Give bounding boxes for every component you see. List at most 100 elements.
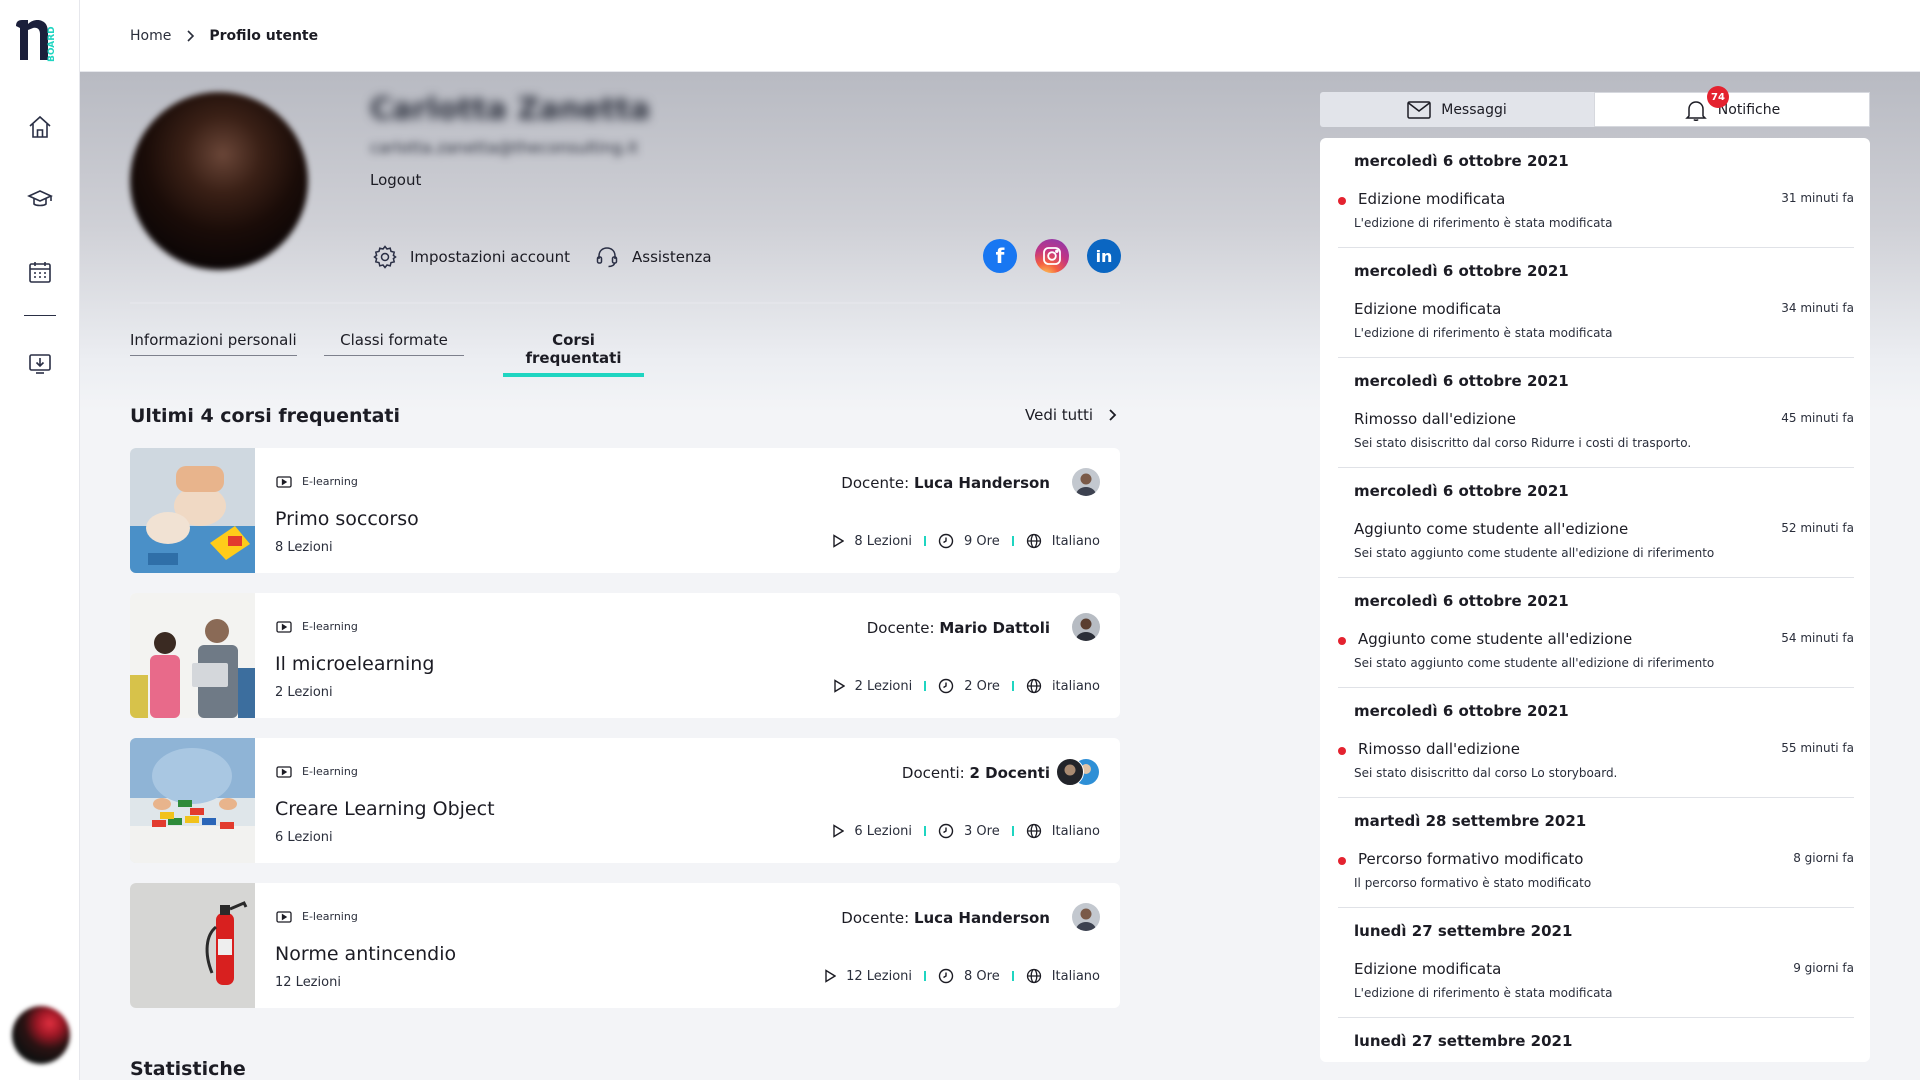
calendar-icon[interactable] [24,256,56,288]
support-link[interactable]: Assistenza [594,244,712,270]
notification-date: mercoledì 6 ottobre 2021 [1354,482,1569,500]
teacher-avatar [1072,613,1100,641]
home-icon[interactable] [24,111,56,143]
play-icon [824,969,837,983]
notification-description: Sei stato disiscritto dal corso Ridurre … [1354,436,1692,450]
course-type-label: E-learning [302,765,358,778]
course-title: Norme antincendio [275,943,457,965]
notification-description: L'edizione di riferimento è stata modifi… [1354,986,1613,1000]
unread-dot [1338,857,1346,865]
course-thumbnail-fire-safety [130,883,255,1008]
notification-item[interactable]: mercoledì 6 ottobre 2021 Aggiunto come s… [1338,468,1854,578]
logout-link[interactable]: Logout [370,171,421,189]
course-card[interactable]: E-learning Primo soccorso 8 Lezioni Doce… [130,448,1120,573]
globe-icon [1026,823,1042,839]
course-type-label: E-learning [302,620,358,633]
graduation-cap-icon[interactable] [24,183,56,215]
notification-item[interactable]: mercoledì 6 ottobre 2021 Edizione modifi… [1338,248,1854,358]
breadcrumb-current: Profilo utente [209,27,319,44]
see-all-label: Vedi tutti [1025,406,1094,424]
course-meta: 8 Lezioni 9 Ore Italiano [832,533,1100,549]
notification-time: 52 minuti fa [1781,521,1854,535]
facebook-icon[interactable]: f [983,239,1017,273]
course-title: Creare Learning Object [275,798,495,820]
clock-icon [938,678,954,694]
download-monitor-icon[interactable] [24,347,56,379]
breadcrumb-home[interactable]: Home [130,28,171,44]
headset-icon [594,244,620,270]
teacher-prefix: Docente: [841,474,914,492]
notification-item[interactable]: mercoledì 6 ottobre 2021 Rimosso dall'ed… [1338,688,1854,798]
user-avatar[interactable] [12,1006,70,1064]
course-thumbnail-learning-object [130,738,255,863]
account-settings-link[interactable]: Impostazioni account [372,244,570,270]
meta-language: Italiano [1051,823,1100,839]
teacher-name: 2 Docenti [969,764,1050,782]
course-card[interactable]: E-learning Il microelearning 2 Lezioni D… [130,593,1120,718]
course-title: Il microelearning [275,653,435,675]
meta-hours: 2 Ore [964,678,1000,694]
notification-date: mercoledì 6 ottobre 2021 [1354,702,1569,720]
sidebar: BOARD [0,0,80,1080]
meta-separator [924,826,927,836]
notification-date: mercoledì 6 ottobre 2021 [1354,262,1569,280]
meta-hours: 9 Ore [964,533,1000,549]
unread-dot [1338,197,1346,205]
tab-messages-label: Messaggi [1441,101,1507,118]
logo[interactable]: BOARD [14,16,68,64]
notification-title: Aggiunto come studente all'edizione [1354,520,1629,538]
courses-section-title: Ultimi 4 corsi frequentati [130,405,400,427]
course-meta: 12 Lezioni 8 Ore Italiano [824,968,1100,984]
notification-time: 34 minuti fa [1781,301,1854,315]
play-icon [833,679,845,693]
profile-name: Carlotta Zanetta [370,92,650,127]
notification-description: L'edizione di riferimento è stata modifi… [1354,326,1613,340]
gear-icon [372,244,398,270]
notification-title: Edizione modificata [1354,960,1502,978]
globe-icon [1026,533,1042,549]
notification-time: 8 giorni fa [1793,851,1854,865]
see-all-link[interactable]: Vedi tutti [1025,406,1117,424]
tab-trained-classes[interactable]: Classi formate [324,331,464,356]
meta-language: Italiano [1051,968,1100,984]
course-thumbnail-first-aid [130,448,255,573]
meta-lessons: 6 Lezioni [854,823,913,839]
logo-text: BOARD [47,26,57,62]
notification-item[interactable]: martedì 28 settembre 2021 Percorso forma… [1338,798,1854,908]
teacher-name: Mario Dattoli [939,619,1050,637]
notification-time: 31 minuti fa [1781,191,1854,205]
course-type: E-learning [276,910,358,923]
clock-icon [938,533,954,549]
chevron-right-icon [1107,408,1117,422]
notification-title: Edizione modificata [1354,300,1502,318]
course-card[interactable]: E-learning Creare Learning Object 6 Lezi… [130,738,1120,863]
video-icon [276,620,292,633]
tab-personal-info[interactable]: Informazioni personali [130,331,297,356]
teacher-prefix: Docente: [841,909,914,927]
account-settings-label: Impostazioni account [410,248,571,266]
video-icon [276,910,292,923]
notification-item[interactable]: mercoledì 6 ottobre 2021 Rimosso dall'ed… [1338,358,1854,468]
notification-time: 9 giorni fa [1793,961,1854,975]
video-icon [276,475,292,488]
meta-hours: 8 Ore [964,968,1000,984]
tab-messages[interactable]: Messaggi [1320,92,1594,127]
notification-item[interactable]: mercoledì 6 ottobre 2021 Edizione modifi… [1338,138,1854,248]
notification-time: 55 minuti fa [1781,741,1854,755]
tab-notifications[interactable]: Notifiche [1594,92,1870,127]
notification-description: L'edizione di riferimento è stata modifi… [1354,216,1613,230]
notification-description: Il percorso formativo è stato modificato [1354,876,1592,890]
linkedin-icon[interactable]: in [1087,239,1121,273]
notification-item[interactable]: mercoledì 6 ottobre 2021 Aggiunto come s… [1338,578,1854,688]
tab-attended-courses[interactable]: Corsi frequentati [503,331,644,377]
course-teacher: Docente: Luca Handerson [841,474,1050,492]
notification-item[interactable]: lunedì 27 settembre 2021 [1338,1018,1854,1062]
meta-separator [1011,681,1014,691]
notification-item[interactable]: lunedì 27 settembre 2021 Edizione modifi… [1338,908,1854,1018]
instagram-icon[interactable] [1035,239,1069,273]
meta-separator [924,681,927,691]
teacher-prefix: Docenti: [901,764,970,782]
notification-title: Edizione modificata [1358,190,1506,208]
course-card[interactable]: E-learning Norme antincendio 12 Lezioni … [130,883,1120,1008]
clock-icon [938,968,954,984]
